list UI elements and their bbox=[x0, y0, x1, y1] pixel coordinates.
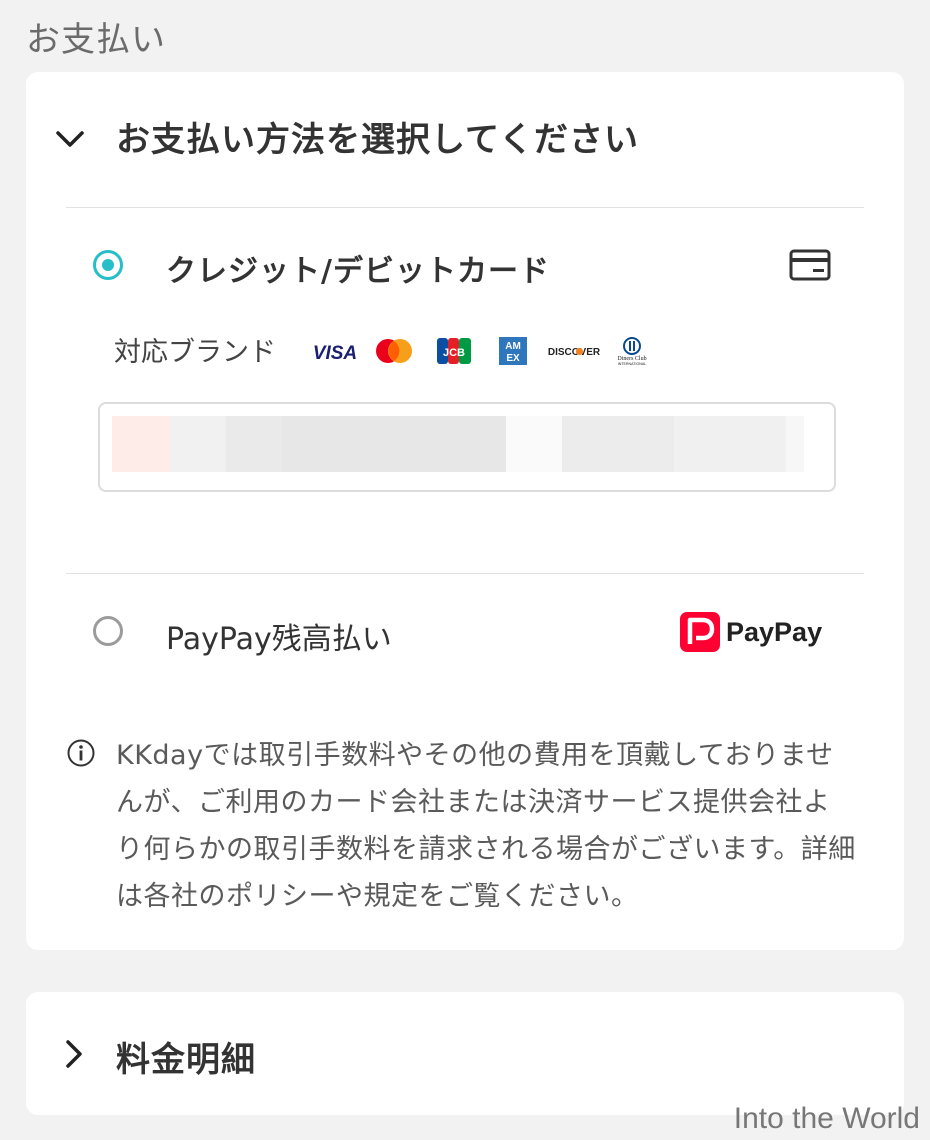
masked-content bbox=[170, 416, 226, 472]
svg-text:EX: EX bbox=[506, 353, 520, 364]
credit-card-option[interactable]: クレジット/デビットカード bbox=[66, 224, 864, 308]
credit-card-icon bbox=[789, 249, 831, 281]
supported-brands-label: 対応ブランド bbox=[114, 337, 276, 368]
fee-notice-text: KKdayでは取引手数料やその他の費用を頂戴しておりませんが、ご利用のカード会社… bbox=[116, 740, 856, 912]
watermark: Into the World bbox=[733, 1102, 920, 1135]
masked-content bbox=[226, 416, 282, 472]
amex-logo: AM EX bbox=[499, 337, 527, 365]
payment-method-card: お支払い方法を選択してください クレジット/デビットカード 対応ブランド VIS… bbox=[26, 72, 904, 950]
chevron-down-icon bbox=[56, 131, 84, 147]
svg-text:JCB: JCB bbox=[443, 347, 465, 359]
info-icon bbox=[67, 739, 95, 767]
masked-content bbox=[562, 416, 674, 472]
card-number-field[interactable] bbox=[98, 402, 836, 492]
masked-content bbox=[282, 416, 506, 472]
mastercard-logo bbox=[376, 339, 412, 363]
credit-card-radio[interactable] bbox=[93, 250, 123, 280]
svg-text:PayPay: PayPay bbox=[726, 617, 822, 647]
divider bbox=[66, 207, 864, 208]
credit-card-label: クレジット/デビットカード bbox=[166, 254, 550, 289]
masked-content bbox=[506, 416, 562, 472]
jcb-logo: JCB bbox=[437, 338, 471, 364]
svg-text:DISCOVER: DISCOVER bbox=[548, 347, 601, 358]
masked-content bbox=[112, 416, 170, 472]
chevron-right-icon bbox=[66, 1040, 82, 1068]
fee-details-card[interactable]: 料金明細 bbox=[26, 992, 904, 1115]
paypay-logo: PayPay bbox=[680, 612, 822, 652]
svg-text:VISA: VISA bbox=[313, 343, 357, 364]
discover-logo: DISCOVER bbox=[548, 347, 601, 358]
payment-method-header[interactable]: お支払い方法を選択してください bbox=[26, 72, 904, 202]
fee-details-title: 料金明細 bbox=[116, 1040, 256, 1080]
svg-text:INTERNATIONAL: INTERNATIONAL bbox=[618, 362, 647, 366]
payment-method-title: お支払い方法を選択してください bbox=[116, 120, 639, 160]
paypay-label: PayPay残高払い bbox=[166, 622, 392, 657]
section-title: お支払い bbox=[26, 20, 166, 60]
svg-text:AM: AM bbox=[505, 341, 521, 352]
diners-club-logo: Diners Club INTERNATIONAL bbox=[617, 337, 647, 366]
visa-logo: VISA bbox=[313, 343, 357, 364]
masked-content bbox=[674, 416, 786, 472]
divider bbox=[66, 573, 864, 574]
masked-content bbox=[786, 416, 804, 472]
paypay-radio[interactable] bbox=[93, 616, 123, 646]
